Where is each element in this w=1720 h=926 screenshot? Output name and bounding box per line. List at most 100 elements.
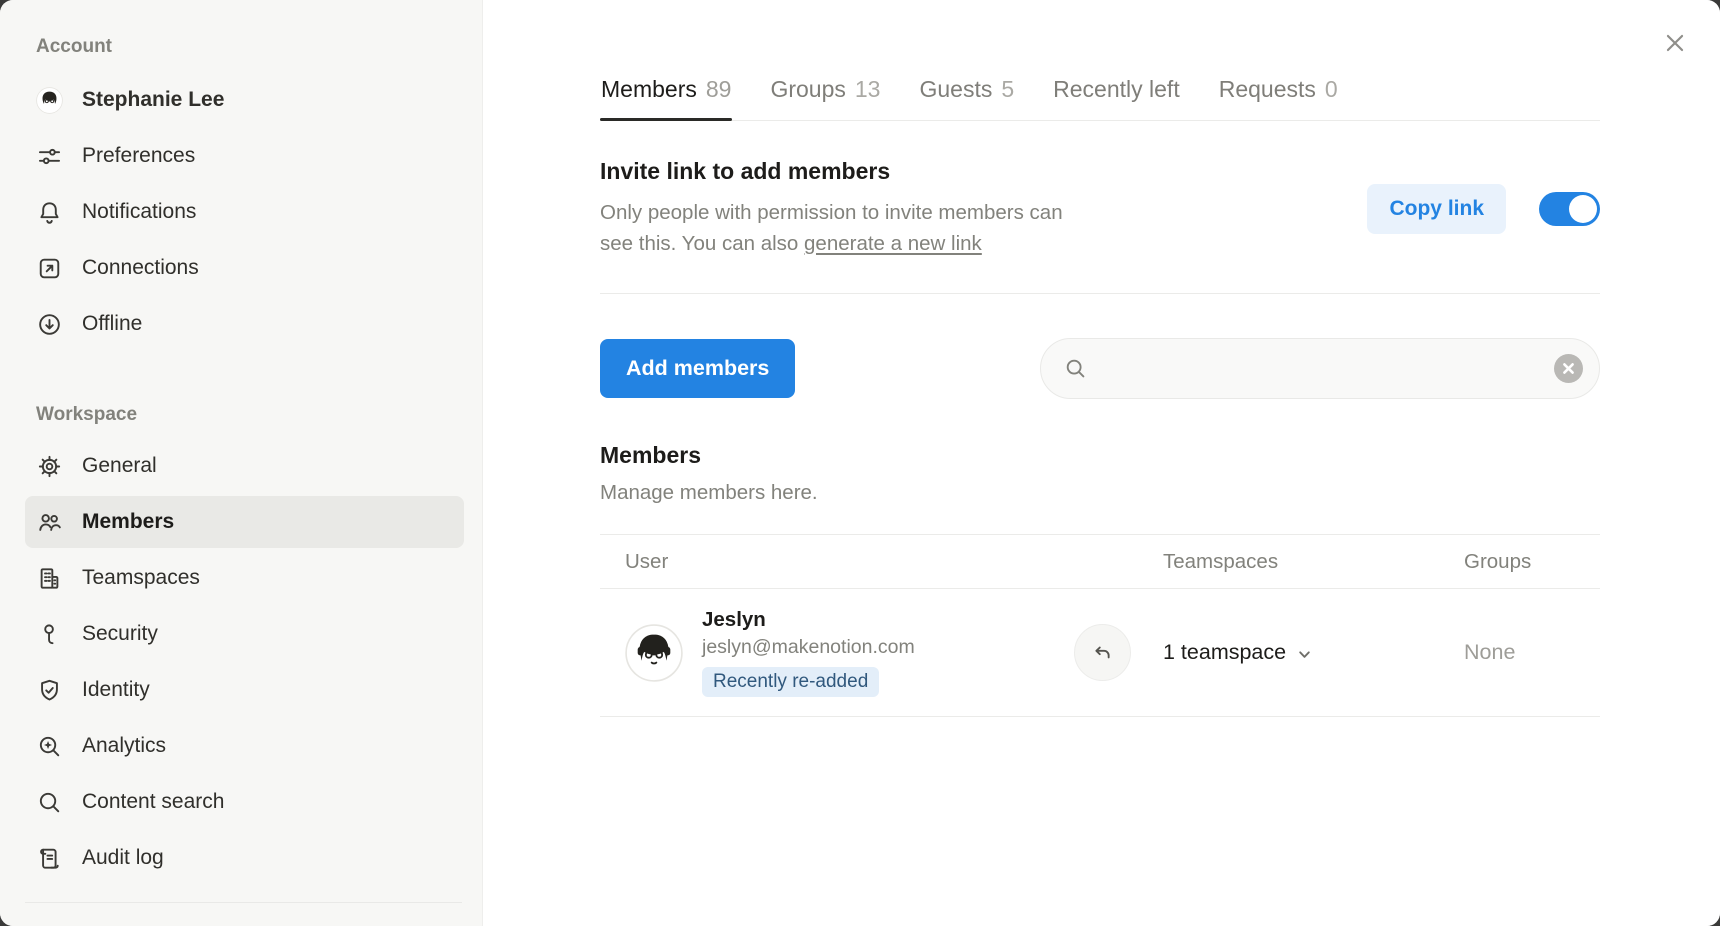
- key-icon: [36, 621, 63, 648]
- tab-members[interactable]: Members89: [600, 76, 732, 120]
- search-input[interactable]: [1102, 356, 1540, 381]
- tab-label: Requests: [1219, 76, 1316, 102]
- members-actions-row: Add members: [600, 338, 1600, 399]
- member-avatar: [625, 624, 683, 682]
- scroll-icon: [36, 845, 63, 872]
- user-cell: Jeslyn jeslyn@makenotion.com Recently re…: [600, 608, 1163, 697]
- tab-label: Recently left: [1053, 76, 1180, 102]
- tab-label: Groups: [770, 76, 845, 102]
- sidebar-item-label: Preferences: [82, 144, 195, 168]
- clear-x-icon: [1562, 362, 1575, 375]
- members-list-subtitle: Manage members here.: [600, 481, 1600, 505]
- table-row: Jeslyn jeslyn@makenotion.com Recently re…: [600, 589, 1600, 717]
- magnifier-sparkle-icon: [36, 733, 63, 760]
- arrow-down-circle-icon: [36, 311, 63, 338]
- member-email: jeslyn@makenotion.com: [702, 636, 915, 659]
- tab-requests[interactable]: Requests 0: [1218, 76, 1339, 120]
- tab-count: 0: [1325, 76, 1338, 102]
- sidebar-item-content-search[interactable]: Content search: [25, 776, 464, 828]
- tab-groups[interactable]: Groups 13: [769, 76, 881, 120]
- invite-link-title: Invite link to add members: [600, 158, 1063, 185]
- sidebar-item-identity[interactable]: Identity: [25, 664, 464, 716]
- tab-count: 13: [855, 76, 881, 102]
- settings-dialog: Account Stephanie Lee Prefe: [0, 0, 1720, 926]
- teamspaces-value: 1 teamspace: [1163, 640, 1286, 665]
- sidebar-item-members[interactable]: Members: [25, 496, 464, 548]
- members-table: User Teamspaces Groups: [600, 534, 1600, 717]
- sidebar-item-label: Stephanie Lee: [82, 88, 224, 112]
- sidebar-item-preferences[interactable]: Preferences: [25, 130, 464, 182]
- sidebar-item-label: Teamspaces: [82, 566, 200, 590]
- copy-link-button[interactable]: Copy link: [1367, 184, 1506, 234]
- sidebar-divider: [25, 902, 462, 903]
- tab-guests[interactable]: Guests 5: [918, 76, 1015, 120]
- sidebar-item-analytics[interactable]: Analytics: [25, 720, 464, 772]
- teamspaces-dropdown[interactable]: 1 teamspace: [1163, 640, 1464, 665]
- members-list-header: Members Manage members here.: [600, 442, 1600, 505]
- settings-sidebar: Account Stephanie Lee Prefe: [0, 0, 483, 926]
- sidebar-item-security[interactable]: Security: [25, 608, 464, 660]
- magnifier-icon: [36, 789, 63, 816]
- tab-count: 5: [1001, 76, 1014, 102]
- sidebar-item-label: Analytics: [82, 734, 166, 758]
- bell-icon: [36, 199, 63, 226]
- invite-desc-line2: see this. You can also: [600, 232, 804, 255]
- member-status-badge: Recently re-added: [702, 667, 879, 697]
- invite-link-toggle[interactable]: [1539, 192, 1600, 226]
- column-header-teamspaces: Teamspaces: [1163, 550, 1464, 574]
- user-info: Jeslyn jeslyn@makenotion.com Recently re…: [702, 608, 915, 697]
- members-settings-panel: Members89 Groups13 Guests5 Recently left…: [483, 0, 1720, 926]
- members-list-title: Members: [600, 442, 1600, 469]
- invite-link-section: Invite link to add members Only people w…: [600, 158, 1600, 259]
- gear-icon: [36, 453, 63, 480]
- undo-icon: [1090, 640, 1115, 665]
- workspace-section-label: Workspace: [0, 404, 482, 426]
- sidebar-item-offline[interactable]: Offline: [25, 298, 464, 350]
- invite-link-controls: Copy link: [1367, 184, 1600, 234]
- user-avatar-icon: [34, 85, 65, 116]
- chevron-down-icon: [1297, 647, 1312, 662]
- sidebar-item-teamspaces[interactable]: Teamspaces: [25, 552, 464, 604]
- sidebar-item-audit-log[interactable]: Audit log: [25, 832, 464, 884]
- members-table-header: User Teamspaces Groups: [600, 534, 1600, 589]
- toggle-knob: [1569, 195, 1597, 223]
- sidebar-item-label: Audit log: [82, 846, 164, 870]
- add-members-button[interactable]: Add members: [600, 339, 795, 398]
- people-icon: [36, 509, 63, 536]
- sidebar-item-connections[interactable]: Connections: [25, 242, 464, 294]
- tab-recently-left[interactable]: Recently left: [1052, 76, 1181, 120]
- member-name: Jeslyn: [702, 608, 766, 632]
- shield-check-icon: [36, 677, 63, 704]
- sliders-icon: [36, 143, 63, 170]
- search-icon: [1063, 356, 1088, 381]
- account-section-label: Account: [0, 36, 482, 58]
- close-button[interactable]: [1658, 26, 1692, 60]
- sidebar-item-general[interactable]: General: [25, 440, 464, 492]
- arrow-up-right-square-icon: [36, 255, 63, 282]
- members-search[interactable]: [1040, 338, 1600, 399]
- sidebar-item-stephanie-lee[interactable]: Stephanie Lee: [25, 74, 464, 126]
- tab-label: Guests: [919, 76, 992, 102]
- account-section: Account Stephanie Lee Prefe: [0, 36, 482, 354]
- sidebar-item-label: Offline: [82, 312, 142, 336]
- groups-value: None: [1464, 640, 1600, 665]
- sidebar-item-notifications[interactable]: Notifications: [25, 186, 464, 238]
- section-divider: [600, 293, 1600, 294]
- building-icon: [36, 565, 63, 592]
- generate-new-link[interactable]: generate a new link: [804, 232, 982, 255]
- undo-button[interactable]: [1074, 624, 1131, 681]
- sidebar-item-label: Security: [82, 622, 158, 646]
- invite-link-text-block: Invite link to add members Only people w…: [600, 158, 1063, 259]
- search-clear-button[interactable]: [1554, 354, 1583, 383]
- invite-desc-line1: Only people with permission to invite me…: [600, 201, 1063, 224]
- column-header-user: User: [600, 550, 1163, 574]
- sidebar-item-label: Connections: [82, 256, 199, 280]
- sidebar-item-label: Members: [82, 510, 174, 534]
- sidebar-item-label: Identity: [82, 678, 150, 702]
- sidebar-item-label: General: [82, 454, 157, 478]
- close-icon: [1662, 30, 1688, 56]
- members-tabs: Members89 Groups 13 Guests 5 Recently left…: [600, 76, 1600, 121]
- tab-count: 89: [706, 76, 732, 102]
- sidebar-item-label: Content search: [82, 790, 224, 814]
- sidebar-item-label: Notifications: [82, 200, 196, 224]
